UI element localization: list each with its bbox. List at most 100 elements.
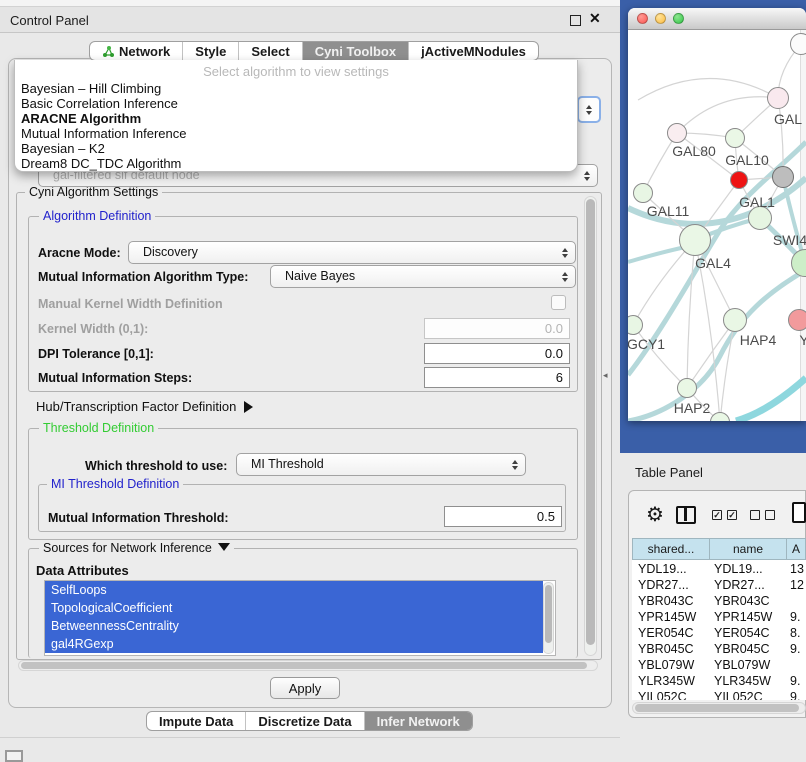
control-panel-titlebar: Control Panel ✕ [0,7,620,33]
attributes-scrollbar[interactable] [543,582,554,654]
node-label: GAL1 [739,194,775,210]
panel-title: Control Panel [10,13,89,28]
dropdown-item[interactable]: Basic Correlation Inference [19,96,571,111]
export-table-icon[interactable] [792,502,806,523]
gear-icon[interactable]: ⚙ [646,502,664,527]
combo-spinner-icon [562,272,568,282]
manual-kernel-checkbox[interactable] [551,295,566,310]
network-graph-canvas[interactable]: GAL GAL80 GAL10 GAL1 GAL11 SWI4 GAL4 GCY… [628,30,806,421]
graph-node-selected-red[interactable] [730,171,748,189]
close-traffic-light[interactable] [637,13,648,24]
dpi-tolerance-label: DPI Tolerance [0,1]: [38,347,154,361]
dpi-tolerance-field[interactable]: 0.0 [424,343,570,364]
aracne-mode-combo[interactable]: Discovery [128,241,576,264]
tab-network-label: Network [119,44,170,59]
dropdown-item-selected[interactable]: ARACNE Algorithm [19,111,571,126]
attribute-item[interactable]: TopologicalCoefficient [45,599,543,617]
zoom-traffic-light[interactable] [673,13,684,24]
table-body: YDL19...YDL19...13 YDR27...YDR27...12 YB… [632,560,806,700]
graph-node[interactable] [725,128,745,148]
top-strip [0,0,620,7]
node-label: SWI4 [773,232,806,248]
attribute-item[interactable]: gal4RGexp [45,635,543,653]
table-horizontal-scrollbar[interactable] [632,702,806,714]
mi-threshold-label: Mutual Information Threshold: [48,511,229,525]
settings-horizontal-scrollbar[interactable] [18,660,598,671]
graph-node[interactable] [790,33,806,55]
which-threshold-label: Which threshold to use: [85,459,227,473]
settings-vertical-scrollbar[interactable] [584,196,597,656]
graph-node-hap4[interactable] [723,308,747,332]
network-icon [102,45,115,58]
algorithm-definition-title: Algorithm Definition [39,209,155,223]
attribute-item[interactable]: BetweennessCentrality [45,617,543,635]
dropdown-item[interactable]: Bayesian – Hill Climbing [19,81,571,96]
which-threshold-value: MI Threshold [251,457,324,471]
deselect-all-checkbox-icon[interactable] [765,510,775,520]
attribute-item[interactable]: SelfLoops [45,581,543,599]
show-columns-icon[interactable] [676,506,696,524]
mi-type-value: Naive Bayes [285,269,355,283]
tab-impute-data[interactable]: Impute Data [147,712,245,730]
graph-node[interactable] [667,123,687,143]
column-header-shared-name[interactable]: shared... [632,538,710,560]
combo-spinner-icon [512,460,518,470]
minimize-traffic-light[interactable] [655,13,666,24]
splitter-handle-icon[interactable]: ◂ [603,370,608,381]
algorithm-combo-right-edge[interactable] [577,96,601,123]
kernel-width-field: 0.0 [424,318,570,339]
settings-group-title: Cyni Algorithm Settings [25,185,162,199]
column-header-partial[interactable]: A [786,538,806,560]
node-label: GAL4 [695,255,731,271]
dropdown-item[interactable]: Dream8 DC_TDC Algorithm [19,156,571,171]
combo-spinner-icon [586,105,592,115]
expander-open-icon [218,543,230,551]
network-window-titlebar[interactable] [628,8,806,30]
node-label: GAL11 [647,203,690,219]
tab-network[interactable]: Network [90,42,182,60]
node-label: GAL10 [725,152,769,168]
screen: Control Panel ✕ Network Style Select Cyn… [0,0,806,762]
select-all-checkbox-icon[interactable]: ✓ [712,510,722,520]
data-attributes-label: Data Attributes [36,563,129,578]
tab-select[interactable]: Select [238,42,301,60]
mi-threshold-group-title: MI Threshold Definition [47,477,183,491]
minimized-panel-icon[interactable] [5,750,23,762]
node-label: HAP4 [740,332,777,348]
tab-infer-network[interactable]: Infer Network [364,712,472,730]
node-label: GAL80 [672,143,716,159]
algorithm-dropdown-list: Select algorithm to view settings Bayesi… [14,60,578,172]
manual-kernel-label: Manual Kernel Width Definition [38,297,223,311]
tab-jactivemnodules[interactable]: jActiveMNodules [408,42,538,60]
graph-node-hap2[interactable] [677,378,697,398]
graph-node-gal4[interactable] [679,224,711,256]
tab-style[interactable]: Style [182,42,238,60]
column-header-name[interactable]: name [709,538,787,560]
graph-node-gal10[interactable] [772,166,794,188]
dropdown-item[interactable]: Bayesian – K2 [19,141,571,156]
mi-threshold-field[interactable]: 0.5 [444,506,562,527]
bottom-tabbar: Impute Data Discretize Data Infer Networ… [146,711,473,731]
threshold-definition-title: Threshold Definition [39,421,158,435]
kernel-width-label: Kernel Width (0,1): [38,322,148,336]
which-threshold-combo[interactable]: MI Threshold [236,453,526,476]
select-all-checkbox-icon[interactable]: ✓ [727,510,737,520]
mi-type-combo[interactable]: Naive Bayes [270,265,576,288]
combo-spinner-icon [584,171,590,181]
apply-button[interactable]: Apply [270,677,340,699]
control-panel-tabbar: Network Style Select Cyni Toolbox jActiv… [89,41,539,61]
deselect-all-checkbox-icon[interactable] [750,510,760,520]
node-label: HAP2 [674,400,711,416]
hub-definition-expander[interactable]: Hub/Transcription Factor Definition [36,399,253,414]
dropdown-item[interactable]: Mutual Information Inference [19,126,571,141]
tab-discretize-data[interactable]: Discretize Data [245,712,363,730]
graph-node[interactable] [767,87,789,109]
sources-group-title[interactable]: Sources for Network Inference [39,541,234,555]
graph-node-salmon[interactable] [788,309,806,331]
close-panel-icon[interactable]: ✕ [589,10,601,27]
tab-cyni-toolbox[interactable]: Cyni Toolbox [302,42,408,60]
graph-node[interactable] [633,183,653,203]
aracne-mode-label: Aracne Mode: [38,246,121,260]
mi-steps-field[interactable]: 6 [424,367,570,388]
float-panel-icon[interactable] [570,15,581,26]
